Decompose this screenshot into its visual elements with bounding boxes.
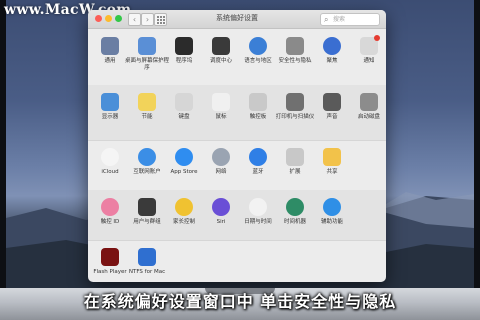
printer-icon <box>286 93 304 111</box>
pref-pane-ntfs-for-mac[interactable]: NTFS for Mac <box>127 242 167 282</box>
displays-icon <box>101 93 119 111</box>
search-input[interactable]: ⌕ 搜索 <box>320 13 380 26</box>
startup-disk-icon <box>360 93 378 111</box>
date-time-icon <box>249 198 267 216</box>
pref-pane-energy-saver[interactable]: 节能 <box>127 87 167 133</box>
pref-pane-network[interactable]: 网络 <box>201 142 241 188</box>
parental-controls-icon <box>175 198 193 216</box>
preference-row: Flash Player NTFS for Mac <box>88 240 386 282</box>
pref-pane-sharing[interactable]: 共享 <box>312 142 352 188</box>
desktop-screensaver-icon <box>138 37 156 55</box>
pref-pane-dock[interactable]: 程序坞 <box>164 31 204 77</box>
pref-pane-keyboard[interactable]: 键盘 <box>164 87 204 133</box>
preference-row: 触控 ID 用户与群组 家长控制 Siri 日期与时间 时间机器 辅助功能 <box>88 190 386 241</box>
time-machine-icon <box>286 198 304 216</box>
pref-pane-label: 辅助功能 <box>320 219 343 225</box>
pref-pane-internet-accounts[interactable]: 互联网账户 <box>127 142 167 188</box>
pref-pane-mission-control[interactable]: 调度中心 <box>201 31 241 77</box>
siri-icon <box>212 198 230 216</box>
touch-id-icon <box>101 198 119 216</box>
notification-badge <box>374 35 380 41</box>
pref-pane-parental-controls[interactable]: 家长控制 <box>164 192 204 238</box>
icloud-icon <box>101 148 119 166</box>
pref-pane-siri[interactable]: Siri <box>201 192 241 238</box>
general-icon <box>101 37 119 55</box>
accessibility-icon <box>323 198 341 216</box>
preference-row: iCloud 互联网账户 App Store 网络 蓝牙 扩展共享 <box>88 140 386 191</box>
pref-pane-date-time[interactable]: 日期与时间 <box>238 192 278 238</box>
pref-pane-touch-id[interactable]: 触控 ID <box>90 192 130 238</box>
trackpad-icon <box>249 93 267 111</box>
internet-accounts-icon <box>138 148 156 166</box>
system-preferences-window: ‹ › 系统偏好设置 ⌕ 搜索 通用 桌面与屏幕保护程序 程序坞 调度中心 语言与地区安… <box>88 10 386 282</box>
pref-pane-language-region[interactable]: 语言与地区 <box>238 31 278 77</box>
network-icon <box>212 148 230 166</box>
pref-pane-mouse[interactable]: 鼠标 <box>201 87 241 133</box>
mouse-icon <box>212 93 230 111</box>
pref-pane-label: 共享 <box>326 169 338 175</box>
sound-icon <box>323 93 341 111</box>
search-placeholder: 搜索 <box>333 16 346 23</box>
pref-pane-security-privacy[interactable]: 安全性与隐私 <box>275 31 315 77</box>
pref-pane-spotlight[interactable]: 聚焦 <box>312 31 352 77</box>
extensions-icon <box>286 148 304 166</box>
pref-pane-flash-player[interactable]: Flash Player <box>90 242 130 282</box>
dock-icon <box>175 37 193 55</box>
notifications-icon <box>360 35 380 55</box>
pref-pane-startup-disk[interactable]: 启动磁盘 <box>349 87 386 133</box>
pref-pane-sound[interactable]: 声音 <box>312 87 352 133</box>
pref-pane-notifications[interactable]: 通知 <box>349 31 386 77</box>
flash-player-icon <box>101 248 119 266</box>
users-groups-icon <box>138 198 156 216</box>
spotlight-icon <box>323 37 341 55</box>
language-region-icon <box>249 37 267 55</box>
pref-pane-label: 通知 <box>363 58 375 64</box>
preference-row: 显示器 节能 键盘 鼠标 触控板 打印机与扫描仪 声音 启动磁盘 <box>88 85 386 141</box>
pref-pane-accessibility[interactable]: 辅助功能 <box>312 192 352 238</box>
titlebar: ‹ › 系统偏好设置 ⌕ 搜索 <box>88 10 386 29</box>
bluetooth-icon <box>249 148 267 166</box>
pref-pane-printer[interactable]: 打印机与扫描仪 <box>275 87 315 133</box>
security-privacy-icon <box>286 37 304 55</box>
pref-pane-app-store[interactable]: App Store <box>164 142 204 188</box>
pref-pane-extensions[interactable]: 扩展 <box>275 142 315 188</box>
search-icon: ⌕ <box>324 15 329 24</box>
sharing-icon <box>323 148 341 166</box>
energy-saver-icon <box>138 93 156 111</box>
pref-pane-desktop-screensaver[interactable]: 桌面与屏幕保护程序 <box>125 31 169 77</box>
pref-pane-displays[interactable]: 显示器 <box>90 87 130 133</box>
pref-pane-users-groups[interactable]: 用户与群组 <box>127 192 167 238</box>
subtitle-caption: 在系统偏好设置窗口中 单击安全性与隐私 <box>83 292 397 311</box>
mission-control-icon <box>212 37 230 55</box>
pref-pane-label: 启动磁盘 <box>357 114 380 120</box>
app-store-icon <box>175 148 193 166</box>
pref-pane-time-machine[interactable]: 时间机器 <box>275 192 315 238</box>
pref-pane-label: NTFS for Mac <box>128 269 166 275</box>
ntfs-for-mac-icon <box>138 248 156 266</box>
keyboard-icon <box>175 93 193 111</box>
pref-pane-icloud[interactable]: iCloud <box>90 142 130 188</box>
pref-pane-bluetooth[interactable]: 蓝牙 <box>238 142 278 188</box>
pref-pane-trackpad[interactable]: 触控板 <box>238 87 278 133</box>
preference-row: 通用 桌面与屏幕保护程序 程序坞 调度中心 语言与地区 安全性与隐私 聚焦 通知 <box>88 29 386 86</box>
